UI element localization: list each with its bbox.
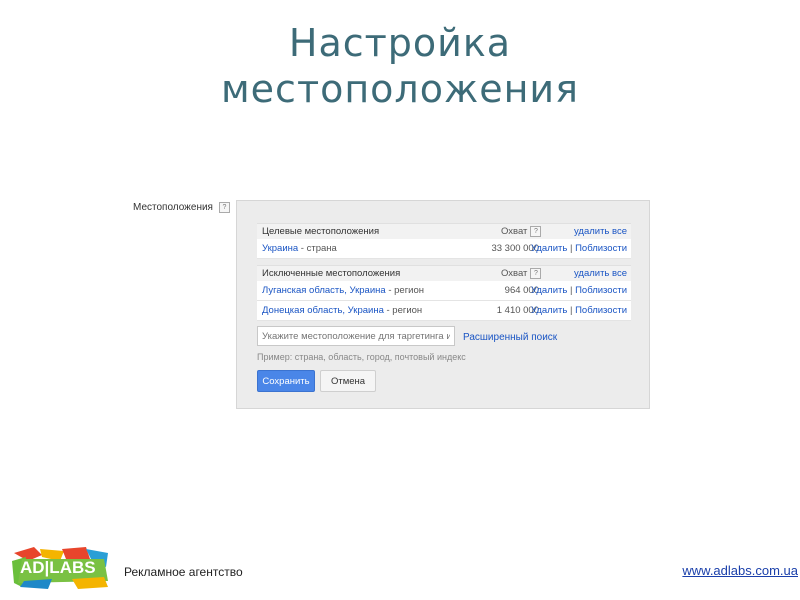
location-link[interactable]: Донецкая область, Украина — [262, 305, 384, 316]
remove-link[interactable]: Удалить — [531, 243, 567, 254]
location-name: Луганская область, Украина - регион — [262, 285, 424, 296]
excluded-header-name: Исключенные местоположения — [262, 268, 401, 279]
website-link[interactable]: www.adlabs.com.ua — [682, 563, 798, 578]
location-type: - регион — [383, 305, 423, 316]
location-link[interactable]: Луганская область, Украина — [262, 285, 386, 296]
nearby-link[interactable]: Поблизости — [575, 305, 627, 316]
targeted-header: Целевые местоположения Охват ? удалить в… — [257, 223, 631, 239]
targeted-locations-table: Целевые местоположения Охват ? удалить в… — [257, 223, 631, 259]
save-button[interactable]: Сохранить — [257, 370, 315, 392]
table-row: Луганская область, Украина - регион 964 … — [257, 281, 631, 301]
action-separator: | — [567, 243, 576, 254]
action-separator: | — [567, 305, 576, 316]
targeted-header-name: Целевые местоположения — [262, 226, 380, 237]
action-separator: | — [567, 285, 576, 296]
excluded-header: Исключенные местоположения Охват ? удали… — [257, 265, 631, 281]
targeted-header-reach: Охват ? — [501, 226, 542, 237]
location-name: Украина - страна — [262, 243, 337, 254]
location-actions: Удалить | Поблизости — [531, 285, 627, 296]
excluded-remove-all-link[interactable]: удалить все — [574, 268, 627, 279]
location-actions: Удалить | Поблизости — [531, 305, 627, 316]
location-type: - страна — [298, 243, 337, 254]
remove-link[interactable]: Удалить — [531, 285, 567, 296]
targeted-remove-all-link[interactable]: удалить все — [574, 226, 627, 237]
logo-text: AD|LABS — [20, 558, 96, 577]
location-type: - регион — [385, 285, 424, 296]
location-name: Донецкая область, Украина - регион — [262, 305, 422, 316]
example-hint: Пример: страна, область, город, почтовый… — [257, 352, 466, 362]
logo-shape-yellow-2 — [72, 577, 108, 589]
table-row: Донецкая область, Украина - регион 1 410… — [257, 301, 631, 321]
nearby-link[interactable]: Поблизости — [575, 285, 627, 296]
excluded-reach-help-icon[interactable]: ? — [530, 268, 542, 279]
agency-label: Рекламное агентство — [124, 565, 243, 579]
slide-title: Настройка местоположения — [0, 20, 800, 112]
slide-title-line1: Настройка — [288, 21, 512, 65]
advanced-search-link[interactable]: Расширенный поиск — [463, 332, 557, 343]
slide-title-line2: местоположения — [221, 67, 579, 111]
table-row: Украина - страна 33 300 000 Удалить | По… — [257, 239, 631, 259]
locations-panel: Целевые местоположения Охват ? удалить в… — [236, 200, 650, 409]
excluded-locations-table: Исключенные местоположения Охват ? удали… — [257, 265, 631, 321]
locations-label: Местоположения ? — [133, 202, 230, 213]
reach-help-icon[interactable]: ? — [530, 226, 542, 237]
location-actions: Удалить | Поблизости — [531, 243, 627, 254]
excluded-header-reach-text: Охват — [501, 268, 528, 279]
nearby-link[interactable]: Поблизости — [575, 243, 627, 254]
location-link[interactable]: Украина — [262, 243, 298, 254]
excluded-header-reach: Охват ? — [501, 268, 542, 279]
help-icon[interactable]: ? — [218, 202, 230, 213]
locations-label-text: Местоположения — [133, 202, 213, 213]
location-search-input[interactable] — [257, 326, 455, 346]
cancel-button[interactable]: Отмена — [320, 370, 376, 392]
targeted-header-reach-text: Охват — [501, 226, 528, 237]
remove-link[interactable]: Удалить — [531, 305, 567, 316]
